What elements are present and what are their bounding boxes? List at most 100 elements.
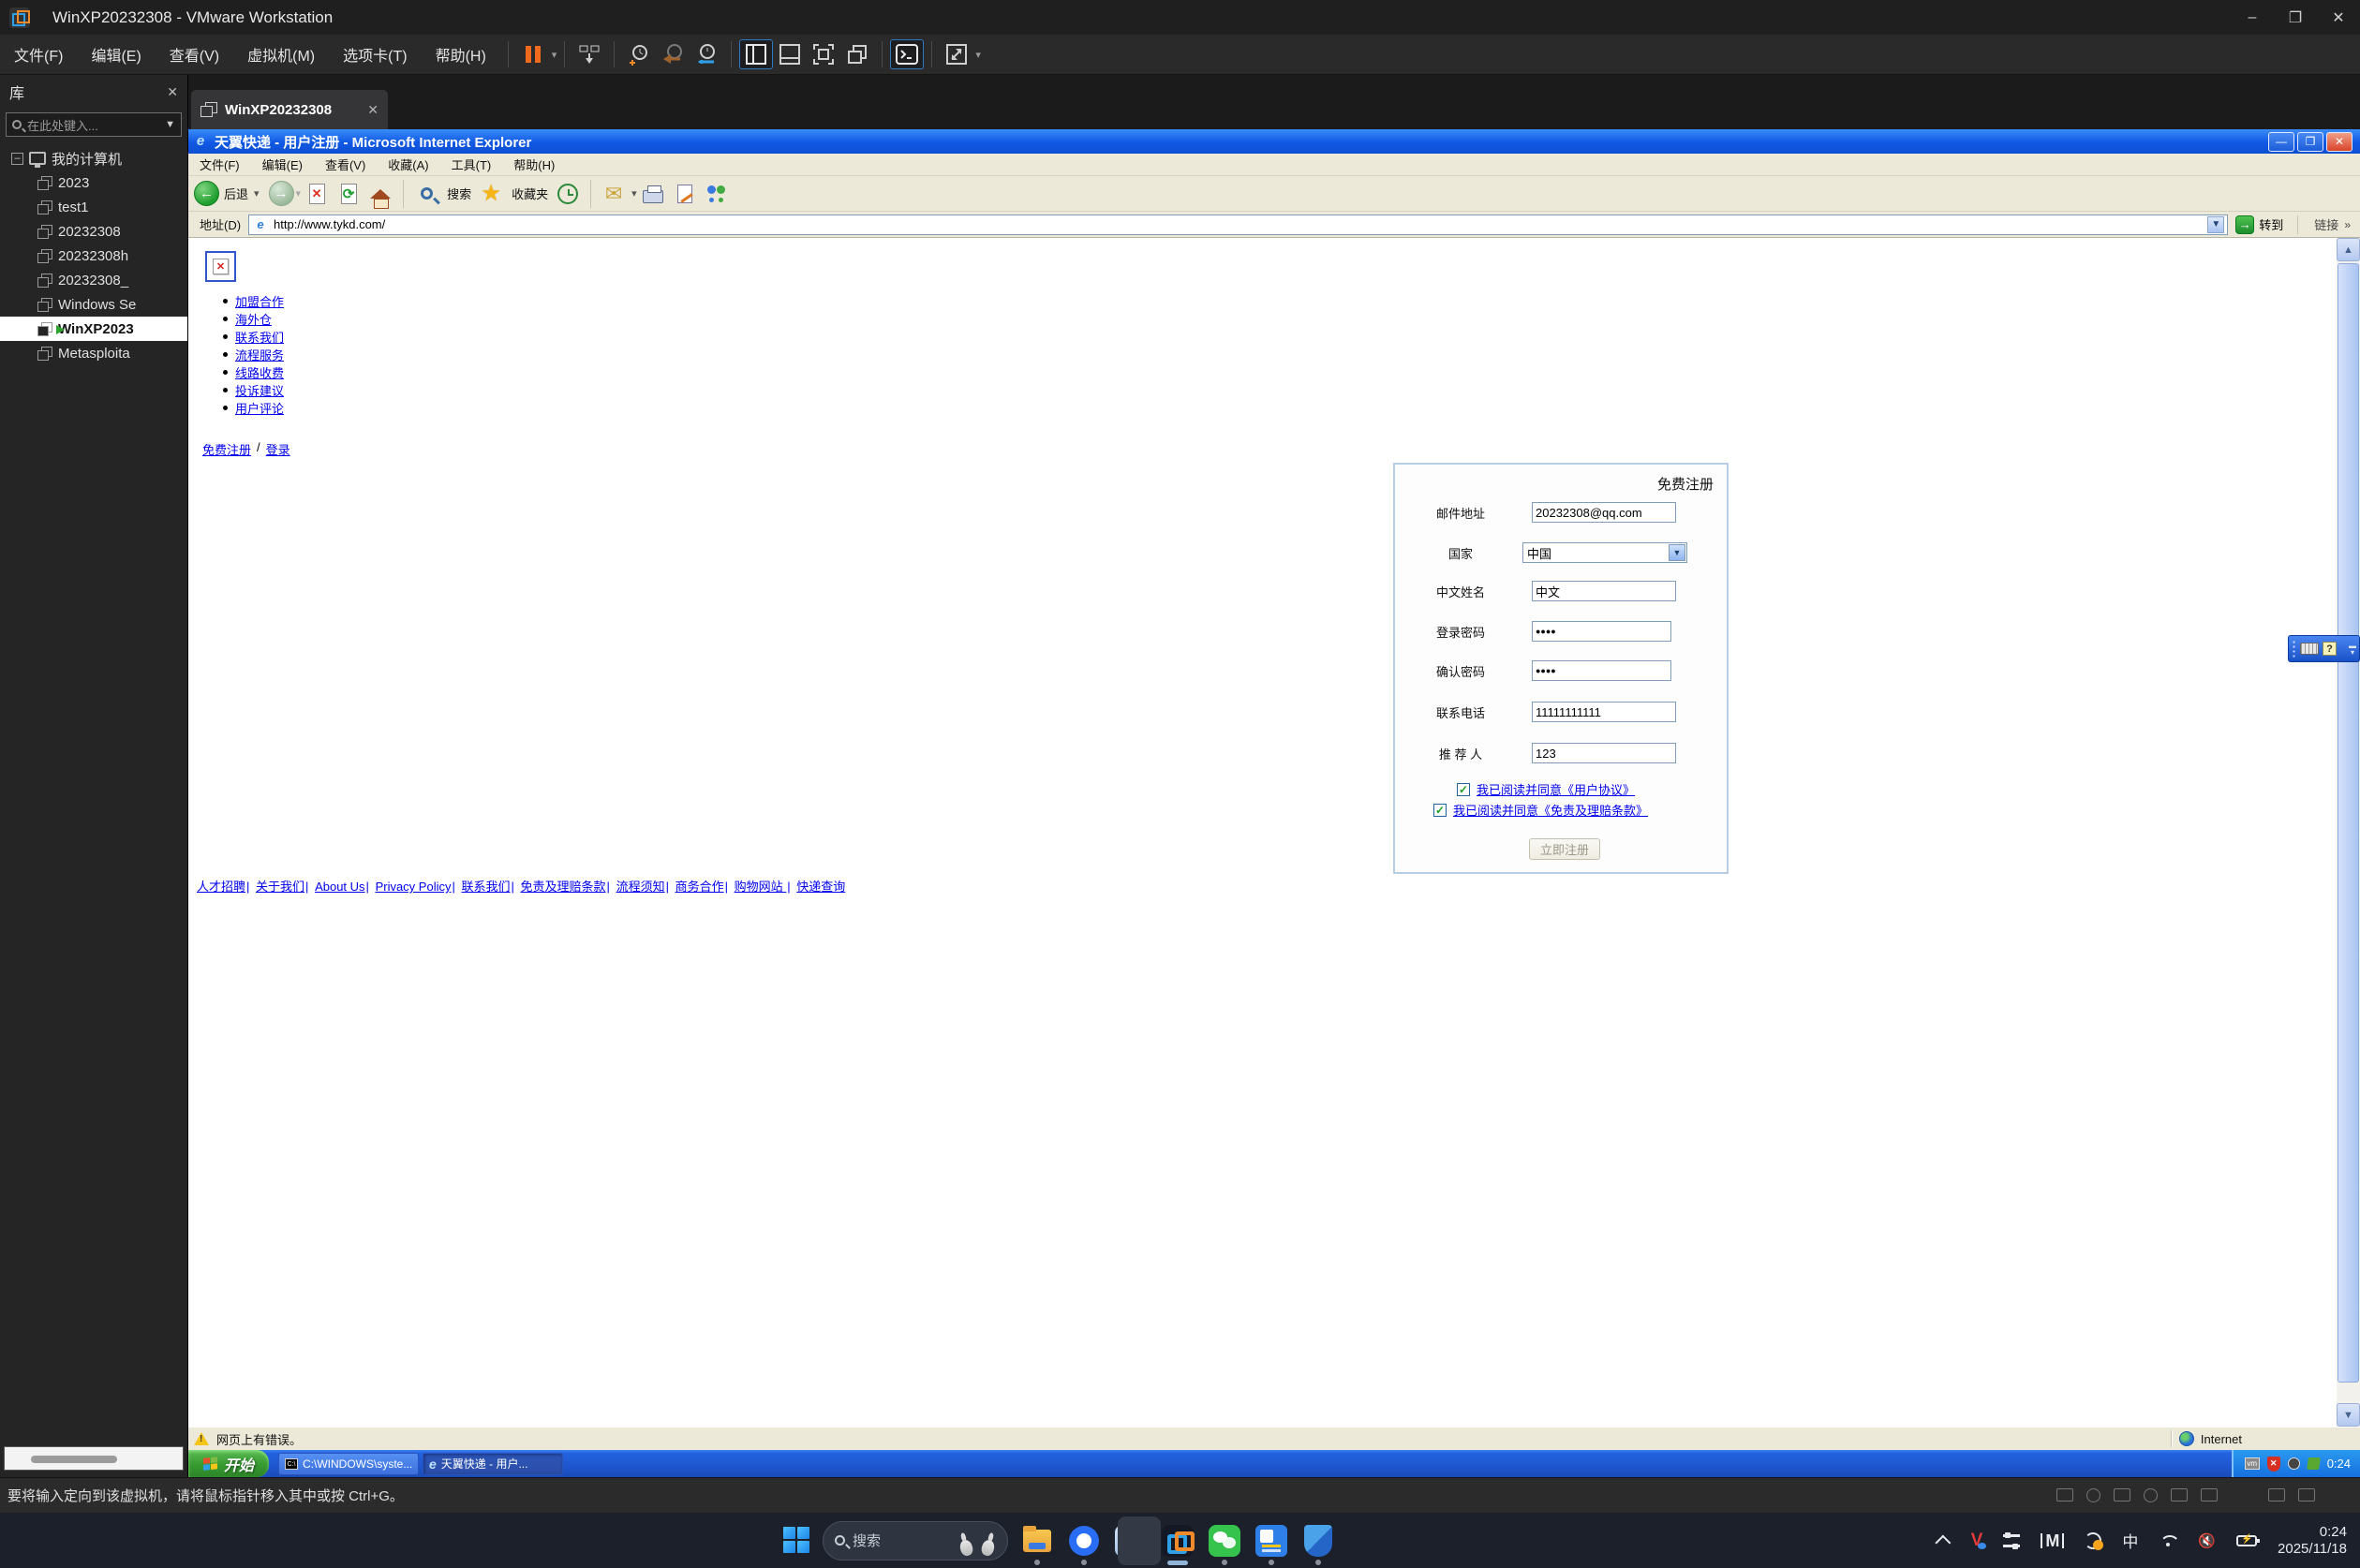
clock[interactable]: 0:24 2025/11/18 (2278, 1524, 2347, 1558)
forward-button[interactable]: → (268, 181, 294, 206)
hardware-tray-icon[interactable] (2306, 1457, 2321, 1470)
footer-link[interactable]: About Us (315, 880, 364, 894)
fullscreen-button[interactable] (807, 39, 840, 69)
confirm-password-field[interactable]: ●●●● (1532, 660, 1671, 681)
menu-vm[interactable]: 虚拟机(M) (233, 43, 329, 66)
ie-menu-edit[interactable]: 编辑(E) (251, 155, 314, 173)
ie-minimize-button[interactable]: — (2268, 131, 2294, 152)
sidebar-horizontal-scrollbar[interactable] (4, 1446, 184, 1471)
close-button[interactable] (2317, 0, 2360, 35)
ie-menu-help[interactable]: 帮助(H) (502, 155, 566, 173)
search-button[interactable] (414, 182, 438, 206)
message-log-icon[interactable] (2268, 1488, 2285, 1501)
pause-dropdown-caret[interactable]: ▾ (552, 49, 557, 61)
nav-link[interactable]: 流程服务 (235, 346, 284, 363)
send-ctrl-alt-del-button[interactable] (572, 39, 606, 69)
minimize-button[interactable] (2231, 0, 2274, 35)
phone-field[interactable]: 11111111111 (1532, 702, 1676, 722)
keyboard-icon[interactable] (2300, 643, 2319, 655)
stretch-guest-button[interactable] (940, 39, 973, 69)
file-explorer-icon[interactable] (1019, 1523, 1055, 1565)
quark-browser-icon[interactable] (1066, 1523, 1102, 1565)
search-label[interactable]: 搜索 (447, 185, 471, 202)
thumbnail-bar-toggle-button[interactable] (773, 39, 807, 69)
user-agreement-link[interactable]: 我已阅读并同意《用户协议》 (1477, 780, 1635, 798)
chinese-name-field[interactable]: 中文 (1532, 581, 1676, 601)
select-dropdown-icon[interactable] (1669, 544, 1685, 561)
library-toggle-button[interactable] (739, 39, 774, 69)
messenger-button[interactable] (705, 182, 729, 206)
broken-image-placeholder[interactable]: ✕ (205, 251, 236, 282)
mail-dropdown-caret[interactable]: ▾ (631, 187, 637, 200)
menu-view[interactable]: 查看(V) (156, 43, 233, 66)
tab-close-icon[interactable]: ✕ (367, 102, 378, 118)
footer-link[interactable]: 商务合作 (675, 880, 724, 894)
scrollbar-thumb[interactable] (31, 1456, 117, 1463)
tree-item-vm[interactable]: test1 (0, 195, 187, 219)
back-dropdown-caret[interactable]: ▾ (254, 187, 260, 200)
agreement1-checkbox[interactable] (1457, 782, 1470, 796)
library-close-icon[interactable]: ✕ (167, 84, 178, 100)
ie-menu-favorites[interactable]: 收藏(A) (377, 155, 439, 173)
nav-link[interactable]: 线路收费 (235, 363, 284, 381)
scroll-down-button[interactable]: ▼ (2337, 1403, 2360, 1427)
win11-start-button[interactable] (783, 1526, 811, 1555)
ie-close-button[interactable]: ✕ (2326, 131, 2353, 152)
menu-edit[interactable]: 编辑(E) (77, 43, 155, 66)
home-button[interactable] (368, 182, 393, 209)
nav-link[interactable]: 联系我们 (235, 328, 284, 346)
console-view-button[interactable] (890, 39, 925, 69)
address-input[interactable]: e http://www.tykd.com/ (248, 214, 2229, 235)
windows-security-icon[interactable] (1300, 1523, 1336, 1565)
ie-menu-tools[interactable]: 工具(T) (440, 155, 503, 173)
mail-button[interactable]: ✉ (601, 182, 626, 206)
cdrom-device-icon[interactable] (2086, 1488, 2100, 1502)
docs-app-icon[interactable] (1254, 1523, 1289, 1565)
menu-help[interactable]: 帮助(H) (422, 43, 500, 66)
back-label[interactable]: 后退 (224, 185, 248, 202)
pause-vm-button[interactable] (516, 39, 550, 69)
register-submit-button[interactable]: 立即注册 (1529, 838, 1600, 860)
favorites-button[interactable]: ★ (479, 181, 503, 206)
referrer-field[interactable]: 123 (1532, 743, 1676, 763)
printer-device-icon[interactable] (2201, 1488, 2218, 1501)
search-dropdown-caret[interactable]: ▼ (165, 119, 175, 130)
tree-item-vm[interactable]: Windows Se (0, 292, 187, 317)
footer-link[interactable]: 联系我们 (462, 880, 511, 894)
language-bar[interactable]: ? ▬ ▾ (2288, 635, 2360, 662)
taskbar-task-cmd[interactable]: C:\ C:\WINDOWS\syste... (278, 1452, 419, 1475)
country-select[interactable]: 中国 (1522, 542, 1687, 563)
scrollbar-thumb[interactable] (2338, 263, 2359, 1383)
battery-icon[interactable] (2236, 1534, 2261, 1546)
unity-mode-button[interactable] (840, 39, 874, 69)
print-button[interactable] (641, 182, 665, 206)
footer-link[interactable]: 流程须知 (616, 880, 665, 894)
claims-terms-link[interactable]: 我已阅读并同意《免责及理赔条款》 (1453, 801, 1648, 819)
tree-item-vm[interactable]: 20232308 (0, 219, 187, 244)
ie-restore-button[interactable]: ❐ (2297, 131, 2323, 152)
scroll-up-button[interactable]: ▲ (2337, 238, 2360, 261)
win11-search-box[interactable]: 搜索 (823, 1520, 1008, 1561)
stop-button[interactable] (304, 182, 329, 206)
tray-overflow-chevron-icon[interactable] (1935, 1534, 1952, 1551)
login-link[interactable]: 登录 (266, 440, 290, 458)
back-button[interactable]: ← (194, 181, 219, 206)
footer-link[interactable]: 免责及理赔条款 (521, 880, 606, 894)
nav-link[interactable]: 加盟合作 (235, 292, 284, 310)
restore-button[interactable] (2274, 0, 2317, 35)
tab-winxp[interactable]: WinXP20232308 ✕ (191, 90, 388, 129)
wechat-icon[interactable] (1207, 1523, 1242, 1565)
take-snapshot-button[interactable] (622, 39, 656, 69)
vmware-workstation-icon[interactable] (1160, 1523, 1195, 1565)
forward-dropdown-caret[interactable]: ▾ (296, 187, 302, 200)
address-dropdown-button[interactable] (2207, 215, 2225, 233)
tree-item-vm[interactable]: Metasploita (0, 341, 187, 365)
manage-snapshots-button[interactable] (690, 39, 723, 69)
stretch-dropdown-caret[interactable]: ▾ (975, 49, 981, 61)
fit-guest-icon[interactable] (2298, 1488, 2315, 1501)
help-icon[interactable]: ? (2323, 642, 2337, 656)
nav-link[interactable]: 海外仓 (235, 310, 272, 328)
network-device-icon[interactable] (2114, 1488, 2130, 1501)
vmware-tools-tray-icon[interactable]: vm (2244, 1457, 2260, 1470)
tree-item-vm[interactable]: 20232308_ (0, 268, 187, 292)
